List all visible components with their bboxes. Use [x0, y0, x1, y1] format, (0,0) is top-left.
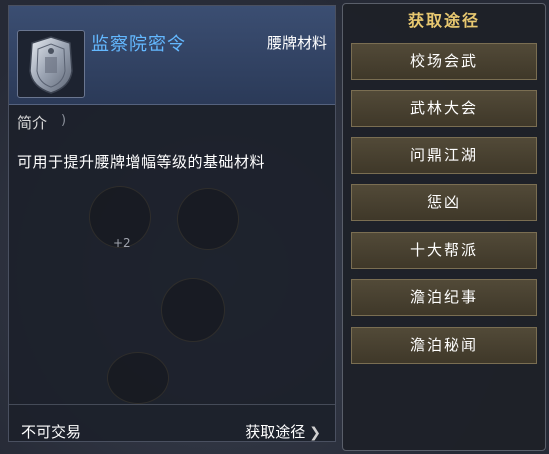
- faded-item-slot: [107, 352, 169, 404]
- source-link-label: 获取途径: [245, 423, 306, 441]
- item-category: 腰牌材料: [266, 34, 327, 52]
- source-panel: 获取途径 校场会武 武林大会 问鼎江湖 惩凶 十大帮派 澹泊纪事 澹泊秘闻: [342, 3, 546, 451]
- faded-item-count: +2: [113, 236, 131, 250]
- section-heading-intro: 简介: [17, 114, 48, 132]
- source-button[interactable]: 问鼎江湖: [351, 137, 537, 174]
- source-button[interactable]: 澹泊纪事: [351, 279, 537, 316]
- item-icon-frame: [17, 30, 85, 98]
- faded-item-slot: [161, 278, 225, 342]
- source-button[interactable]: 校场会武: [351, 43, 537, 80]
- chevron-right-icon: ❯: [309, 425, 321, 441]
- silver-plaque-icon: [29, 36, 73, 94]
- source-panel-title: 获取途径: [407, 11, 480, 30]
- item-header: 监察院密令 腰牌材料: [9, 6, 335, 105]
- heading-decoration-icon: ): [61, 113, 67, 128]
- source-button[interactable]: 十大帮派: [351, 232, 537, 269]
- source-button[interactable]: 武林大会: [351, 90, 537, 127]
- trade-status: 不可交易: [21, 423, 82, 441]
- source-link[interactable]: 获取途径 ❯: [245, 421, 321, 442]
- item-detail-panel: 监察院密令 腰牌材料 简介 ) 可用于提升腰牌增幅等级的基础材料 +2 不可交易…: [8, 5, 336, 442]
- footer-divider: [9, 404, 335, 405]
- source-button[interactable]: 惩凶: [351, 184, 537, 221]
- source-button[interactable]: 澹泊秘闻: [351, 327, 537, 364]
- faded-item-slot: [177, 188, 239, 250]
- item-name: 监察院密令: [91, 34, 186, 55]
- item-description: 可用于提升腰牌增幅等级的基础材料: [17, 153, 266, 171]
